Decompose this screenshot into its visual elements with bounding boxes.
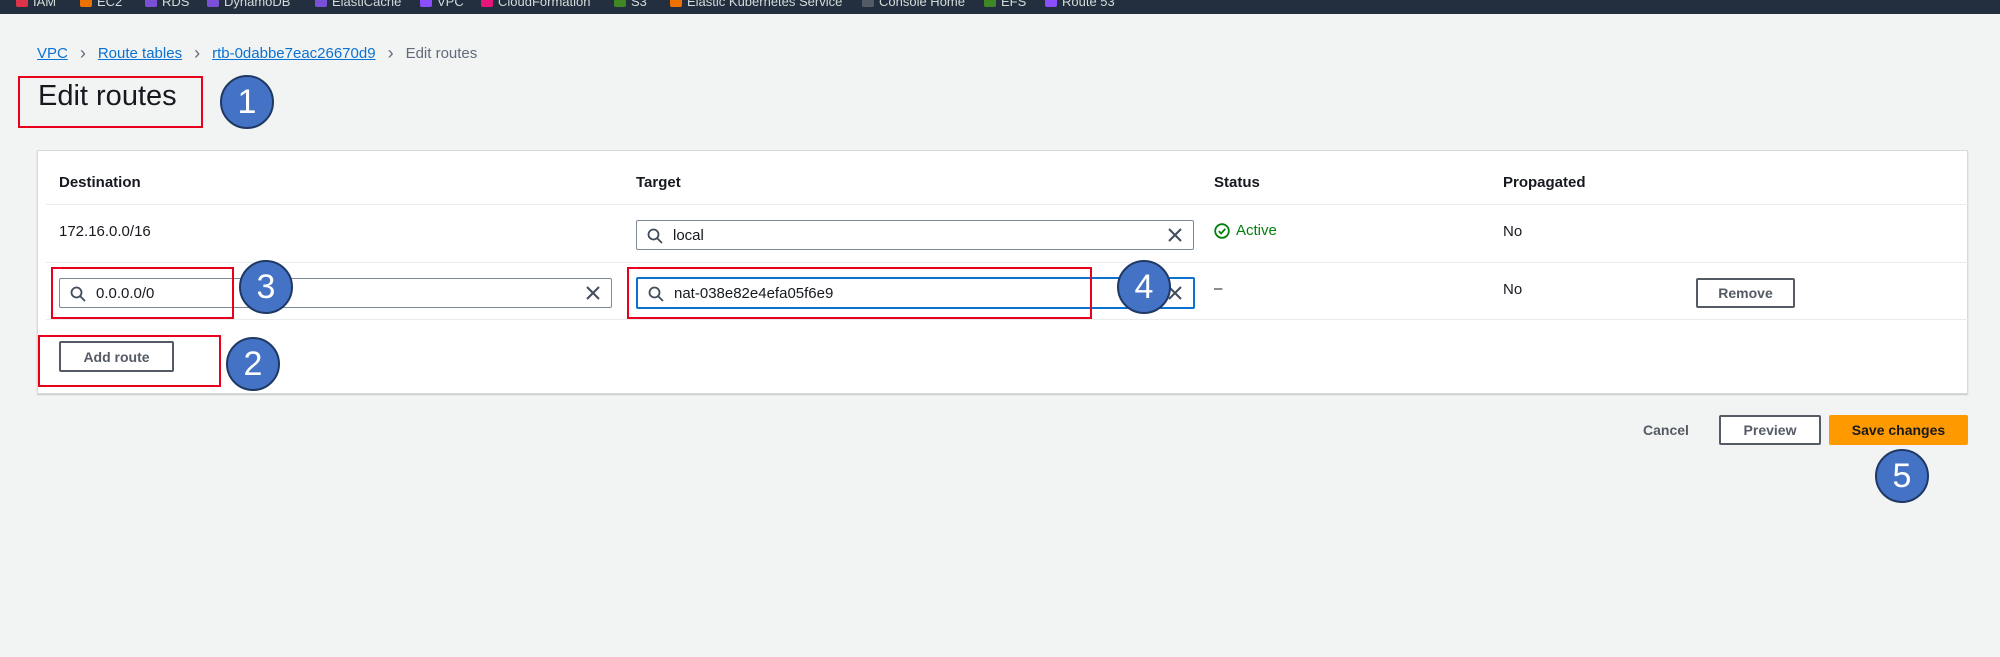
chevron-right-icon: ›: [387, 43, 394, 63]
row-divider: [46, 262, 1968, 263]
search-icon: [648, 286, 664, 302]
breadcrumb-vpc[interactable]: VPC: [37, 45, 68, 62]
add-route-button[interactable]: Add route: [59, 341, 174, 372]
favorite-s3[interactable]: S3: [614, 0, 647, 9]
elasticache-icon: [315, 0, 327, 7]
destination-input[interactable]: 0.0.0.0/0: [59, 278, 612, 308]
dynamodb-icon: [207, 0, 219, 7]
check-circle-icon: [1214, 222, 1230, 239]
step-3-marker: 3: [239, 260, 293, 314]
favorite-dynamodb[interactable]: DynamoDB: [207, 0, 290, 9]
destination-value: 0.0.0.0/0: [96, 284, 155, 302]
search-icon: [70, 286, 86, 302]
breadcrumb-route-tables[interactable]: Route tables: [98, 45, 182, 62]
favorite-console-home[interactable]: Console Home: [862, 0, 965, 9]
efs-icon: [984, 0, 996, 7]
route53-icon: [1045, 0, 1057, 7]
step-1-marker: 1: [220, 75, 274, 129]
column-header-target: Target: [636, 174, 681, 191]
favorite-route53[interactable]: Route 53: [1045, 0, 1115, 9]
cancel-button[interactable]: Cancel: [1626, 415, 1706, 445]
chevron-right-icon: ›: [79, 43, 86, 63]
page-title: Edit routes: [38, 80, 177, 112]
favorite-rds[interactable]: RDS: [145, 0, 189, 9]
ec2-icon: [80, 0, 92, 7]
breadcrumb-current: Edit routes: [405, 44, 478, 62]
favorite-vpc[interactable]: VPC: [420, 0, 464, 9]
column-header-status: Status: [1214, 174, 1260, 191]
vpc-icon: [420, 0, 432, 7]
preview-button[interactable]: Preview: [1719, 415, 1821, 445]
favorite-cloudformation[interactable]: CloudFormation: [481, 0, 591, 9]
clear-icon[interactable]: [585, 285, 601, 301]
iam-icon: [16, 0, 28, 7]
favorite-ec2[interactable]: EC2: [80, 0, 122, 9]
favorite-eks[interactable]: Elastic Kubernetes Service: [670, 0, 842, 9]
step-2-marker: 2: [226, 337, 280, 391]
propagated-value: No: [1503, 281, 1523, 298]
s3-icon: [614, 0, 626, 7]
breadcrumb: VPC › Route tables › rtb-0dabbe7eac26670…: [37, 43, 477, 63]
favorites-bar: IAM EC2 RDS DynamoDB ElastiCache VPC Clo…: [0, 0, 2000, 14]
save-changes-button[interactable]: Save changes: [1829, 415, 1968, 445]
target-input[interactable]: nat-038e82e4efa05f6e9: [636, 277, 1195, 309]
target-value: nat-038e82e4efa05f6e9: [674, 284, 834, 302]
favorite-elasticache[interactable]: ElastiCache: [315, 0, 401, 9]
search-icon: [647, 228, 663, 244]
step-4-marker: 4: [1117, 260, 1171, 314]
eks-icon: [670, 0, 682, 7]
status-badge: Active: [1214, 222, 1277, 239]
target-value: local: [673, 226, 704, 244]
favorite-iam[interactable]: IAM: [16, 0, 56, 9]
propagated-value: No: [1503, 223, 1523, 240]
clear-icon[interactable]: [1167, 227, 1183, 243]
status-label: Active: [1236, 222, 1277, 239]
remove-button[interactable]: Remove: [1696, 278, 1795, 308]
route-destination-value: 172.16.0.0/16: [59, 223, 151, 240]
status-value: –: [1214, 280, 1223, 297]
chevron-right-icon: ›: [194, 43, 201, 63]
favorite-efs[interactable]: EFS: [984, 0, 1026, 9]
console-home-icon: [862, 0, 874, 7]
row-divider: [46, 204, 1968, 205]
routes-table: [37, 150, 1968, 394]
step-5-marker: 5: [1875, 449, 1929, 503]
breadcrumb-route-table-id[interactable]: rtb-0dabbe7eac26670d9: [212, 45, 375, 62]
rds-icon: [145, 0, 157, 7]
cloudformation-icon: [481, 0, 493, 7]
target-field[interactable]: local: [636, 220, 1194, 250]
row-divider: [46, 319, 1968, 320]
column-header-propagated: Propagated: [1503, 174, 1586, 191]
column-header-destination: Destination: [59, 174, 141, 191]
